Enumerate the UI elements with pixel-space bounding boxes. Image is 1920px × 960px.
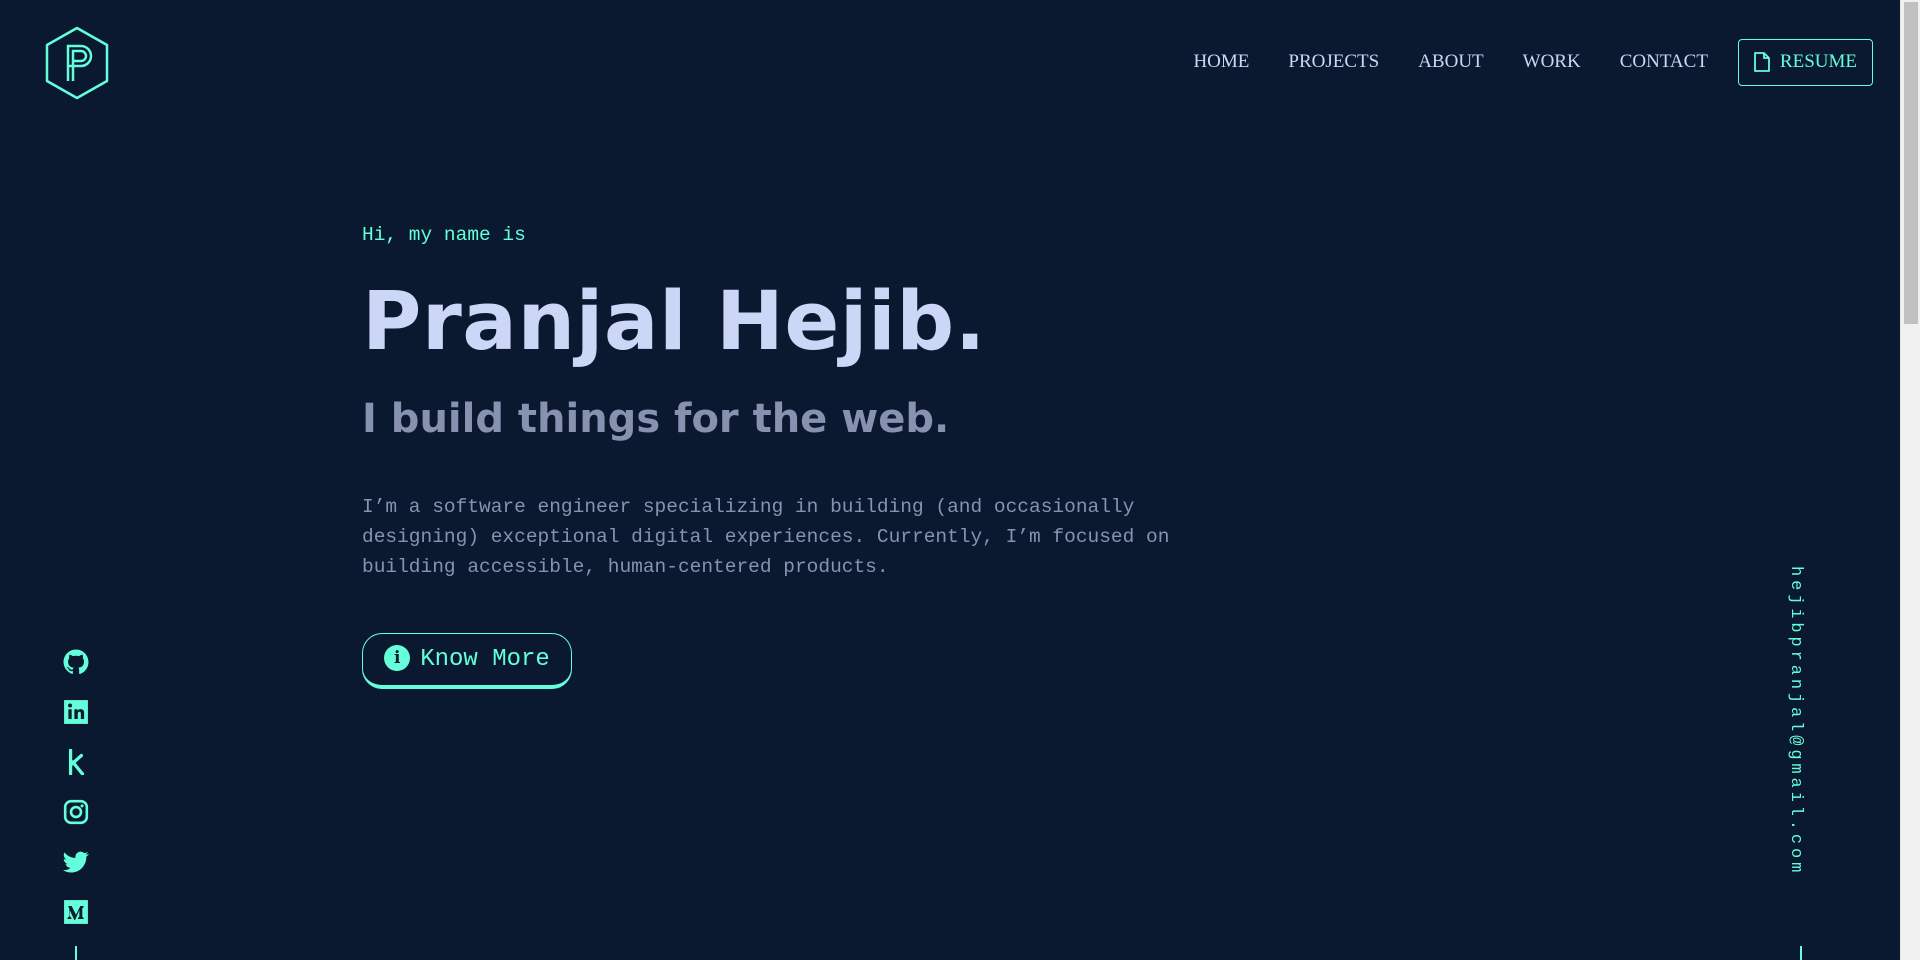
github-icon	[63, 649, 89, 675]
kaggle-icon	[68, 749, 85, 775]
github-link[interactable]	[62, 648, 90, 676]
linkedin-link[interactable]	[62, 698, 90, 726]
nav-contact[interactable]: CONTACT	[1620, 51, 1708, 73]
email-link[interactable]: hejibpranjal@gmail.com	[1786, 566, 1805, 876]
nav-projects[interactable]: PROJECTS	[1288, 51, 1379, 73]
hero-bio: I’m a software engineer specializing in …	[362, 496, 1170, 578]
page-scrollbar[interactable]	[1900, 0, 1920, 960]
info-icon: i	[384, 644, 411, 671]
medium-icon	[64, 900, 88, 924]
instagram-icon	[63, 799, 89, 825]
top-nav: HOME PROJECTS ABOUT WORK CONTACT RESUME	[1193, 38, 1873, 86]
hero-name: Pranjal Hejib.	[362, 275, 987, 369]
hero-greeting: Hi, my name is	[362, 224, 526, 246]
resume-button[interactable]: RESUME	[1737, 38, 1873, 86]
scrollbar-thumb[interactable]	[1904, 2, 1918, 324]
file-icon	[1754, 52, 1770, 72]
medium-link[interactable]	[62, 898, 90, 926]
kaggle-link[interactable]	[62, 748, 90, 776]
linkedin-icon	[64, 700, 88, 724]
right-divider-line	[1800, 946, 1802, 960]
resume-label: RESUME	[1779, 51, 1857, 72]
know-more-button[interactable]: i Know More	[362, 633, 572, 689]
know-more-label: Know More	[420, 646, 550, 673]
nav-about[interactable]: ABOUT	[1418, 51, 1483, 73]
hero-tagline: I build things for the web.	[362, 396, 950, 442]
hexagon-p-logo[interactable]	[44, 26, 110, 100]
left-divider-line	[75, 946, 77, 960]
instagram-link[interactable]	[62, 798, 90, 826]
social-links	[62, 648, 90, 948]
nav-home[interactable]: HOME	[1193, 51, 1249, 73]
twitter-link[interactable]	[62, 848, 90, 876]
twitter-icon	[63, 851, 89, 873]
nav-work[interactable]: WORK	[1523, 51, 1581, 73]
